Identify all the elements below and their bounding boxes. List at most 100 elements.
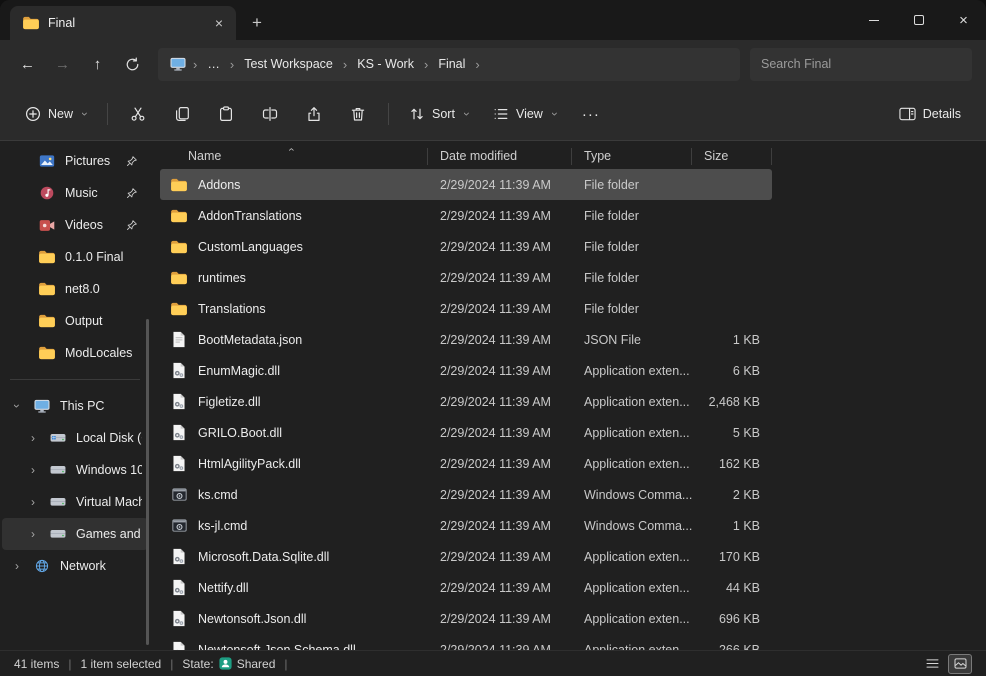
file-row-ks-cmd[interactable]: ks.cmd2/29/2024 11:39 AMWindows Comma...…	[160, 479, 772, 510]
file-size: 2 KB	[692, 488, 772, 502]
pin-icon	[126, 219, 138, 231]
sidebar-item-virtual-machin[interactable]: ›Virtual Machin	[2, 486, 148, 518]
file-date-modified: 2/29/2024 11:39 AM	[428, 271, 572, 285]
breadcrumb-item-ks-work[interactable]: KS - Work	[350, 53, 421, 75]
new-tab-button[interactable]: +	[244, 10, 270, 36]
chevron-right-icon: ›	[26, 495, 40, 509]
file-row-bootmetadata-json[interactable]: BootMetadata.json2/29/2024 11:39 AMJSON …	[160, 324, 772, 355]
file-pane: › Name Date modified Type Size Addons2/2…	[150, 141, 986, 650]
sidebar-item-videos[interactable]: Videos	[2, 209, 148, 241]
breadcrumb-ellipsis[interactable]: …	[200, 53, 227, 75]
sidebar-item-pictures[interactable]: Pictures	[2, 145, 148, 177]
copy-icon	[174, 106, 190, 122]
sidebar-item-net8-0[interactable]: net8.0	[2, 273, 148, 305]
sidebar-scrollbar[interactable]	[146, 319, 149, 645]
pin-icon	[126, 187, 138, 199]
sidebar-item-games-and-we[interactable]: ›Games and We	[2, 518, 148, 550]
driveos-icon	[49, 433, 67, 443]
file-type: Application exten...	[572, 550, 692, 564]
file-name: ks.cmd	[198, 488, 238, 502]
more-button[interactable]: ···	[570, 96, 612, 132]
sidebar-item-this-pc[interactable]: ›This PC	[2, 390, 148, 422]
file-size: 44 KB	[692, 581, 772, 595]
sidebar-item-music[interactable]: Music	[2, 177, 148, 209]
file-date-modified: 2/29/2024 11:39 AM	[428, 612, 572, 626]
sidebar-item-label: Games and We	[76, 527, 142, 541]
file-date-modified: 2/29/2024 11:39 AM	[428, 240, 572, 254]
sort-button[interactable]: Sort ›	[398, 96, 480, 132]
tab-final[interactable]: Final ×	[10, 6, 236, 40]
details-button[interactable]: Details	[888, 96, 972, 132]
sidebar-item-label: Network	[60, 559, 106, 573]
chevron-right-icon: ›	[340, 57, 350, 72]
up-button[interactable]: ↑	[80, 48, 115, 81]
share-button[interactable]	[293, 96, 335, 132]
file-type: File folder	[572, 302, 692, 316]
file-row-newtonsoft-json-schema-dll[interactable]: Newtonsoft.Json.Schema.dll2/29/2024 11:3…	[160, 634, 772, 650]
file-row-figletize-dll[interactable]: Figletize.dll2/29/2024 11:39 AMApplicati…	[160, 386, 772, 417]
file-type: Application exten...	[572, 395, 692, 409]
forward-button[interactable]: →	[45, 48, 80, 81]
file-row-grilo-boot-dll[interactable]: GRILO.Boot.dll2/29/2024 11:39 AMApplicat…	[160, 417, 772, 448]
new-button[interactable]: New ›	[14, 96, 98, 132]
details-view-button[interactable]	[920, 654, 944, 674]
share-icon	[306, 106, 322, 122]
file-name: Newtonsoft.Json.Schema.dll	[198, 643, 356, 651]
breadcrumb-item-final[interactable]: Final	[431, 53, 472, 75]
sidebar-item-network[interactable]: ›Network	[2, 550, 148, 582]
sidebar-item-windows-10-d[interactable]: ›Windows 10 (D	[2, 454, 148, 486]
file-date-modified: 2/29/2024 11:39 AM	[428, 333, 572, 347]
folder-icon	[170, 302, 188, 316]
paste-button[interactable]	[205, 96, 247, 132]
file-row-microsoft-data-sqlite-dll[interactable]: Microsoft.Data.Sqlite.dll2/29/2024 11:39…	[160, 541, 772, 572]
file-row-translations[interactable]: Translations2/29/2024 11:39 AMFile folde…	[160, 293, 772, 324]
sidebar-item-local-disk-c[interactable]: ›Local Disk (C:)	[2, 422, 148, 454]
file-row-ks-jl-cmd[interactable]: ks-jl.cmd2/29/2024 11:39 AMWindows Comma…	[160, 510, 772, 541]
column-header-type[interactable]: Type	[572, 148, 692, 165]
breadcrumb-item-test-workspace[interactable]: Test Workspace	[237, 53, 340, 75]
minimize-button[interactable]	[851, 0, 896, 40]
maximize-button[interactable]	[896, 0, 941, 40]
delete-button[interactable]	[337, 96, 379, 132]
cut-button[interactable]	[117, 96, 159, 132]
file-date-modified: 2/29/2024 11:39 AM	[428, 364, 572, 378]
sidebar-item-label: This PC	[60, 399, 104, 413]
file-row-addontranslations[interactable]: AddonTranslations2/29/2024 11:39 AMFile …	[160, 200, 772, 231]
new-icon	[25, 106, 41, 122]
file-row-htmlagilitypack-dll[interactable]: HtmlAgilityPack.dll2/29/2024 11:39 AMApp…	[160, 448, 772, 479]
column-header-size[interactable]: Size	[692, 148, 772, 165]
address-bar[interactable]: ›…›Test Workspace›KS - Work›Final›	[158, 48, 740, 81]
close-button[interactable]: ×	[941, 0, 986, 40]
back-button[interactable]: ←	[10, 48, 45, 81]
sidebar-item-label: Videos	[65, 218, 103, 232]
file-row-addons[interactable]: Addons2/29/2024 11:39 AMFile folder	[160, 169, 772, 200]
file-row-customlanguages[interactable]: CustomLanguages2/29/2024 11:39 AMFile fo…	[160, 231, 772, 262]
view-button[interactable]: View ›	[482, 96, 568, 132]
dll-icon	[170, 362, 188, 379]
column-header-date[interactable]: Date modified	[428, 148, 572, 165]
sidebar-item-0-1-0-final[interactable]: 0.1.0 Final	[2, 241, 148, 273]
details-button-label: Details	[923, 107, 961, 121]
file-row-nettify-dll[interactable]: Nettify.dll2/29/2024 11:39 AMApplication…	[160, 572, 772, 603]
folder-icon	[22, 16, 40, 30]
copy-button[interactable]	[161, 96, 203, 132]
search-input[interactable]	[761, 57, 961, 71]
file-row-newtonsoft-json-dll[interactable]: Newtonsoft.Json.dll2/29/2024 11:39 AMApp…	[160, 603, 772, 634]
sidebar-item-output[interactable]: Output	[2, 305, 148, 337]
file-row-runtimes[interactable]: runtimes2/29/2024 11:39 AMFile folder	[160, 262, 772, 293]
file-date-modified: 2/29/2024 11:39 AM	[428, 209, 572, 223]
separator: |	[68, 657, 71, 671]
column-header-name[interactable]: › Name	[160, 148, 428, 165]
videos-icon	[38, 219, 56, 232]
view-button-label: View	[516, 107, 543, 121]
file-row-enummagic-dll[interactable]: EnumMagic.dll2/29/2024 11:39 AMApplicati…	[160, 355, 772, 386]
refresh-button[interactable]	[115, 48, 150, 81]
tab-close-button[interactable]: ×	[208, 12, 230, 34]
sort-ascending-icon: ›	[283, 147, 300, 151]
sort-icon	[409, 106, 425, 122]
sidebar-item-modlocales[interactable]: ModLocales	[2, 337, 148, 369]
sidebar-item-label: Windows 10 (D	[76, 463, 142, 477]
thumbnail-view-button[interactable]	[948, 654, 972, 674]
dll-icon	[170, 579, 188, 596]
rename-button[interactable]	[249, 96, 291, 132]
